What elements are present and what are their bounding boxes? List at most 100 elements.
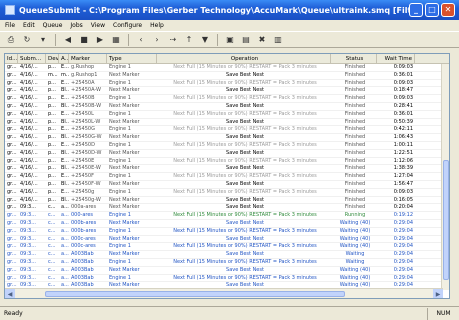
- cell-submitted: 4/16/...: [20, 165, 38, 172]
- window-title: QueueSubmit - C:\Program Files\Gerber Te…: [19, 5, 409, 15]
- column-wait-time[interactable]: Wait Time: [377, 54, 415, 63]
- table-row[interactable]: gr...4/16/... p... Bl...+25450B-W Next Mark…: [5, 103, 449, 111]
- table-row[interactable]: gr...4/16/... p... Bl...+25450D-W Next Mark…: [5, 150, 449, 158]
- table-row[interactable]: gr... 09:3... c... a... 000c-ares Engine 1 Nex…: [5, 243, 449, 252]
- grid-icon[interactable]: ▦: [110, 34, 122, 46]
- properties-icon[interactable]: ▤: [240, 34, 252, 46]
- menu-configure[interactable]: Configure: [113, 22, 142, 29]
- table-row[interactable]: gr... 4/16/... p... E... +25450F Engine 1 Next…: [5, 173, 449, 181]
- dropdown-icon[interactable]: ▾: [37, 34, 49, 46]
- column-marker[interactable]: Marker: [69, 54, 107, 63]
- menu-file[interactable]: File: [5, 22, 15, 29]
- menu-view[interactable]: View: [91, 22, 105, 29]
- column-submitted[interactable]: Subm...: [18, 54, 46, 63]
- table-row[interactable]: gr... 4/16/... p... E... +25450A Engine 1 Next…: [5, 80, 449, 88]
- column-operation[interactable]: Operation: [157, 54, 331, 63]
- priority-up-icon[interactable]: ↑: [183, 34, 195, 46]
- table-row[interactable]: gr... 09:3... c... a... A003Bab Next Marker Sa…: [5, 251, 449, 259]
- table-row[interactable]: gr... 4/16/... p... E... +25450B Engine 1 Next…: [5, 95, 449, 103]
- menu-jobs[interactable]: Jobs: [70, 22, 82, 29]
- cell-operation: Next Full (15 Minutes or 90%) RESTART = …: [173, 157, 317, 164]
- vertical-scroll-thumb[interactable]: [443, 160, 449, 280]
- cell-wait-time: 0:18:47: [393, 87, 413, 94]
- close-button[interactable]: ✕: [441, 3, 455, 17]
- cell-submitted: 09:3...: [20, 212, 36, 219]
- minimize-button[interactable]: _: [409, 3, 423, 17]
- cell-marker: 000c-ares: [71, 243, 96, 250]
- cell-id: gr...: [7, 118, 17, 125]
- column-device[interactable]: Dev: [46, 54, 59, 63]
- cell-operation: Next Full (15 Minutes or 90%) RESTART = …: [173, 64, 317, 70]
- menu-help[interactable]: Help: [150, 22, 164, 29]
- cell-status: Finished: [344, 110, 366, 117]
- cell-device: p...: [48, 196, 56, 203]
- cell-operation: Next Full (15 Minutes or 90%) RESTART = …: [173, 212, 317, 219]
- table-row[interactable]: gr... 09:3... c... a... 000-ares Engine 1 Next…: [5, 212, 449, 220]
- column-type[interactable]: Type: [107, 54, 157, 63]
- cell-operation: Save Best Nest: [226, 71, 264, 78]
- column-a[interactable]: A...: [59, 54, 69, 63]
- cell-a: E...: [61, 64, 69, 70]
- cell-a: Bl...: [61, 134, 69, 141]
- layout-icon[interactable]: ▥: [272, 34, 284, 46]
- move-left-icon[interactable]: ‹: [135, 34, 147, 46]
- cell-marker: +25450A-W: [71, 87, 101, 94]
- cell-wait-time: 0:29:04: [393, 235, 413, 242]
- cell-a: a...: [61, 274, 69, 281]
- cell-operation: Next Full (15 Minutes or 90%) RESTART = …: [173, 274, 317, 281]
- table-row[interactable]: gr... 4/16/... p... E... +25450g Engine 1 Next…: [5, 189, 449, 197]
- refresh-icon[interactable]: ↻: [21, 34, 33, 46]
- table-row[interactable]: gr...4/16/... p... Bl...+25450L-W Next Mark…: [5, 119, 449, 127]
- table-row[interactable]: gr... 09:3... c... a... 000b-ares Next Marker…: [5, 220, 449, 228]
- cell-submitted: 4/16/...: [20, 79, 38, 86]
- cell-marker: +25450F: [71, 173, 94, 180]
- table-row[interactable]: gr... 4/16/... p... E... +25450L Engine 1 Next…: [5, 111, 449, 119]
- scroll-right-icon[interactable]: ▶: [433, 289, 443, 298]
- table-row[interactable]: gr...4/16/... p... Bl...+25450A-W Next Mark…: [5, 87, 449, 96]
- cell-marker: 000b-ares: [71, 227, 97, 234]
- table-row[interactable]: gr... 09:3... c... a... A003Bab Engine 1 Next …: [5, 259, 449, 267]
- table-row[interactable]: gr... 4/16/... p... E... +25450D Engine 1 Next…: [5, 142, 449, 150]
- cell-wait-time: 0:42:11: [393, 126, 413, 133]
- menu-queue[interactable]: Queue: [43, 22, 63, 29]
- status-text: Ready: [4, 310, 23, 317]
- print-icon[interactable]: ⎙: [5, 34, 17, 46]
- move-right-icon[interactable]: ›: [151, 34, 163, 46]
- delete-icon[interactable]: ✖: [256, 34, 268, 46]
- cell-id: gr...: [7, 110, 17, 117]
- table-row[interactable]: gr... 09:3... c... a... 000a-ares Next Marker…: [5, 204, 449, 213]
- table-row[interactable]: gr...4/16/...m...m...g.Rushop1Next Marke…: [5, 72, 449, 80]
- table-row[interactable]: gr...4/16/... p... Bl...+25450E-W Next Mark…: [5, 165, 449, 174]
- menu-edit[interactable]: Edit: [23, 22, 35, 29]
- previous-icon[interactable]: ◀: [62, 34, 74, 46]
- table-row[interactable]: gr... 4/16/... p... E... +25450G Engine 1 Next…: [5, 126, 449, 135]
- save-icon[interactable]: ▣: [224, 34, 236, 46]
- column-id[interactable]: Id...: [5, 54, 18, 63]
- table-row[interactable]: gr...4/16/... p... Bl...+25450G-W Next Mark…: [5, 134, 449, 142]
- table-row[interactable]: gr... 09:3... c... a... A003Bab Engine 1 Next …: [5, 275, 449, 283]
- maximize-button[interactable]: □: [425, 3, 439, 17]
- table-row[interactable]: gr... 09:3... c... a... A003Bab Next Marker Sa…: [5, 267, 449, 275]
- table-row[interactable]: gr...4/16/... p... Bl...+25450g-W Next Mark…: [5, 197, 449, 205]
- vertical-scrollbar[interactable]: [441, 64, 449, 290]
- play-icon[interactable]: ▶: [94, 34, 106, 46]
- table-row[interactable]: gr... 4/16/... p... E... +25450E Engine 1 Next…: [5, 158, 449, 166]
- table-row[interactable]: gr... 09:3... c... a... 000c-ares Next Marker…: [5, 236, 449, 244]
- send-icon[interactable]: ⇢: [167, 34, 179, 46]
- scroll-left-icon[interactable]: ◀: [5, 289, 15, 298]
- stop-icon[interactable]: ■: [78, 34, 90, 46]
- cell-marker: +25450L-W: [71, 118, 101, 125]
- table-row[interactable]: gr...4/16/... p... Bl...+25450F-W Next Mark…: [5, 181, 449, 189]
- filter-icon[interactable]: ▼: [199, 34, 211, 46]
- cell-operation: Save Best Nest: [226, 266, 264, 273]
- cell-marker: A003Bab: [71, 266, 94, 273]
- table-row[interactable]: gr... 4/16/... p... E... g.Rushop Engine 1 Nex…: [5, 64, 449, 72]
- horizontal-scroll-thumb[interactable]: [45, 291, 345, 297]
- cell-wait-time: 0:29:04: [393, 274, 413, 281]
- cell-id: gr...: [7, 157, 17, 164]
- cell-wait-time: 0:19:12: [393, 212, 413, 219]
- column-status[interactable]: Status: [331, 54, 377, 63]
- cell-submitted: 09:3...: [20, 204, 36, 211]
- table-row[interactable]: gr... 09:3... c... a... 000b-ares Engine 1 Nex…: [5, 228, 449, 236]
- horizontal-scrollbar[interactable]: ◀ ▶: [5, 288, 443, 298]
